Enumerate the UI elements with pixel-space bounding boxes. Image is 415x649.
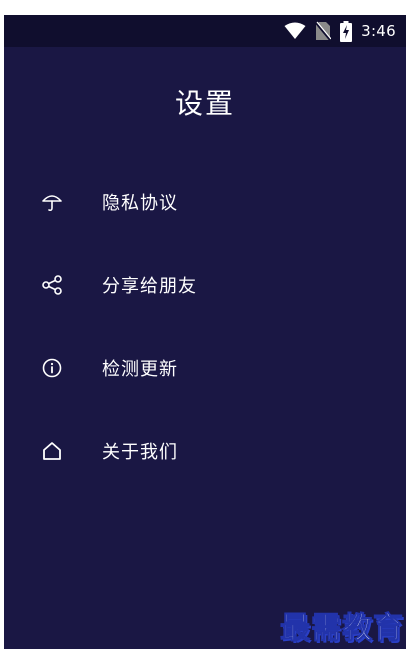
settings-menu: 隐私协议 分享给朋友 检测更新 关于我们: [4, 160, 406, 492]
wifi-icon: [284, 22, 306, 40]
menu-item-label: 关于我们: [102, 441, 178, 463]
menu-item-label: 分享给朋友: [102, 275, 197, 297]
menu-item-check-update[interactable]: 检测更新: [4, 326, 406, 409]
home-icon: [40, 439, 64, 463]
battery-charging-icon: [340, 20, 353, 42]
menu-item-label: 检测更新: [102, 358, 178, 380]
menu-item-label: 隐私协议: [102, 192, 178, 214]
umbrella-icon: [40, 190, 64, 214]
menu-item-about-us[interactable]: 关于我们: [4, 409, 406, 492]
status-icons: 3:46: [284, 15, 396, 47]
status-bar: 3:46: [4, 15, 406, 47]
status-time: 3:46: [361, 22, 396, 40]
menu-item-privacy[interactable]: 隐私协议: [4, 160, 406, 243]
app-screen: 3:46 设置 隐私协议 分享给朋友 检测更新 关于我们 最需教育: [4, 15, 406, 649]
menu-item-share[interactable]: 分享给朋友: [4, 243, 406, 326]
no-sim-icon: [315, 21, 332, 41]
info-icon: [40, 356, 64, 380]
share-icon: [40, 273, 64, 297]
page-title: 设置: [174, 87, 235, 120]
watermark-logo: 最需教育: [280, 611, 404, 647]
